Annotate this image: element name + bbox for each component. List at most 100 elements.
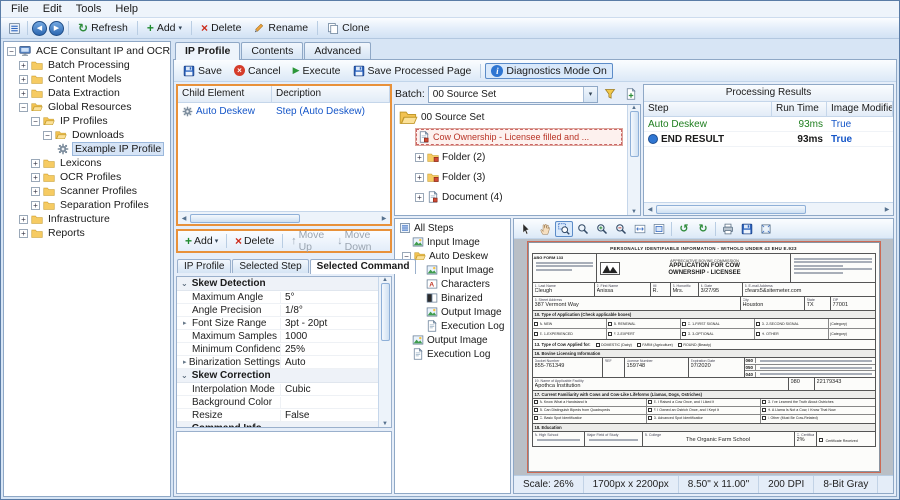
document-canvas[interactable]: PERSONALLY IDENTIFIABLE INFORMATION - WI… [514,239,893,475]
zoom-in-button[interactable] [593,221,611,237]
rotate-right-button[interactable]: ↻ [694,221,712,237]
vertical-scrollbar[interactable]: ▲ ▼ [378,277,391,427]
column-run-time[interactable]: Run Time [772,102,827,116]
table-row[interactable]: Auto Deskew Step (Auto Deskew) [178,103,390,119]
checkbox-cell[interactable]: F. 2-EXPERT [607,329,681,339]
tab-ip-profile-detail[interactable]: IP Profile [177,259,231,273]
tree-item-root[interactable]: − ACE Consultant IP and OCR [4,44,170,58]
step-execution-log[interactable]: Execution Log [395,347,510,361]
collapse-icon[interactable]: − [7,47,16,56]
move-up-button[interactable]: ↑Move Up [287,228,331,254]
step-deskew-output-image[interactable]: Output Image [395,305,510,319]
checkbox-cell[interactable]: F. I Owned an Ostrich Once, and I Kept I… [647,407,761,415]
expand-icon[interactable]: + [31,201,40,210]
checkbox-cell[interactable]: C. Basic Spot Identification [533,415,647,423]
tab-ip-profile[interactable]: IP Profile [175,42,240,60]
tree-item-lexicons[interactable]: +Lexicons [4,156,170,170]
property-row[interactable]: ▸Binarization SettingsAuto [177,356,378,369]
scroll-right-icon[interactable]: ▶ [378,215,390,222]
property-value[interactable]: 25% [281,344,378,355]
expand-icon[interactable]: + [31,159,40,168]
property-value[interactable]: 5° [281,292,378,303]
magnifier-button[interactable] [574,221,592,237]
scrollbar-thumb[interactable] [190,214,300,223]
tree-item-global-resources[interactable]: −Global Resources [4,100,170,114]
batch-item-folder-2[interactable]: +Folder (2) [395,147,627,167]
tree-item-infrastructure[interactable]: +Infrastructure [4,212,170,226]
fit-width-button[interactable] [631,221,649,237]
pan-tool-button[interactable] [536,221,554,237]
print-button[interactable] [719,221,737,237]
column-step[interactable]: Step [644,102,772,116]
checkbox-cell[interactable]: A. Know What a Handstand Is [533,399,647,407]
fullscreen-button[interactable] [757,221,775,237]
menu-edit[interactable]: Edit [37,2,70,16]
property-row[interactable]: Background Color [177,396,378,409]
checkbox-cell[interactable]: G. I've Learned the Truth About Ostriche… [761,399,875,407]
checkbox-cell[interactable]: G. 3-OPTIONAL [681,329,755,339]
export-button[interactable] [738,221,756,237]
step-output-image[interactable]: Output Image [395,333,510,347]
collapse-icon[interactable]: − [43,131,52,140]
property-value[interactable]: Auto [281,357,378,368]
expand-icon[interactable]: + [415,193,424,202]
property-row[interactable]: ▸Font Size Range3pt - 20pt [177,317,378,330]
horizontal-scrollbar[interactable]: ◀ ▶ [644,202,893,215]
scrollbar-thumb[interactable] [656,205,806,214]
checkbox-cell[interactable]: Certificate Received [817,432,875,446]
selected-document[interactable]: Cow Ownership - Licensee filled and ... [415,128,623,146]
rename-button[interactable]: Rename [248,21,313,35]
batch-item-document-4[interactable]: +Document (4) [395,187,627,207]
tree-item-example-ip-profile[interactable]: Example IP Profile [4,142,170,156]
add-child-button[interactable]: +Add▾ [181,234,222,248]
cancel-button[interactable]: ×Cancel [229,64,286,78]
tree-item-batch-processing[interactable]: +Batch Processing [4,58,170,72]
property-row[interactable]: Maximum Angle5° [177,291,378,304]
checkbox-cell[interactable]: FARM (Agriculture) [637,343,673,347]
table-row[interactable]: END RESULT 93ms True [644,132,893,147]
chevron-right-icon[interactable]: ▸ [183,358,187,366]
section-command-info[interactable]: ⌄Command Info [177,422,378,427]
column-image-modified[interactable]: Image Modified [827,102,893,116]
collapse-icon[interactable]: − [31,117,40,126]
select-tool-button[interactable] [517,221,535,237]
checkbox-cell[interactable]: H. OTHER [755,329,829,339]
scroll-left-icon[interactable]: ◀ [178,215,190,222]
tab-contents[interactable]: Contents [241,42,303,59]
property-value[interactable]: False [281,410,378,421]
step-deskew-execution-log[interactable]: Execution Log [395,319,510,333]
save-processed-page-button[interactable]: Save Processed Page [348,64,477,78]
panels-icon[interactable] [5,20,23,37]
checkbox-cell[interactable]: C. 1-FIRST SIGNAL [681,319,755,329]
expand-icon[interactable]: + [19,89,28,98]
checkbox-cell[interactable]: B. RENEWAL [607,319,681,329]
section-skew-correction[interactable]: ⌄Skew Correction [177,369,378,383]
steps-root[interactable]: All Steps [395,221,510,235]
execute-button[interactable]: ▶Execute [288,64,346,78]
tree-item-reports[interactable]: +Reports [4,226,170,240]
expand-icon[interactable]: + [19,215,28,224]
new-document-button[interactable] [622,86,640,103]
scroll-down-icon[interactable]: ▼ [379,421,391,427]
checkbox-cell[interactable]: I. Other (Must Be Cow-Related) [761,415,875,423]
scroll-right-icon[interactable]: ▶ [881,206,893,213]
tab-selected-step[interactable]: Selected Step [232,259,308,273]
delete-button[interactable]: ×Delete [196,21,246,35]
expand-icon[interactable]: + [31,173,40,182]
vertical-scrollbar[interactable]: ▲ ▼ [627,105,640,215]
expand-icon[interactable]: + [19,75,28,84]
tree-item-downloads[interactable]: −Downloads [4,128,170,142]
checkbox-cell[interactable]: H. A Llama Is Not a Cow, I Know That Now [761,407,875,415]
checkbox-cell[interactable]: E. I Raised a Cow Once, and I Liked It [647,399,761,407]
expand-icon[interactable]: + [415,173,424,182]
property-row[interactable]: Minimum Confidence25% [177,343,378,356]
batch-select[interactable]: 00 Source Set ▾ [428,86,598,103]
tab-advanced[interactable]: Advanced [304,42,371,59]
fit-page-button[interactable] [650,221,668,237]
tab-selected-command[interactable]: Selected Command [310,259,417,274]
checkbox-cell[interactable]: ROUND (Beauty) [678,343,711,347]
checkbox-cell[interactable]: DOMESTIC (Dairy) [596,343,632,347]
table-row[interactable]: Auto Deskew 93ms True [644,117,893,132]
save-button[interactable]: Save [178,64,227,78]
property-value[interactable]: 1000 [281,331,378,342]
